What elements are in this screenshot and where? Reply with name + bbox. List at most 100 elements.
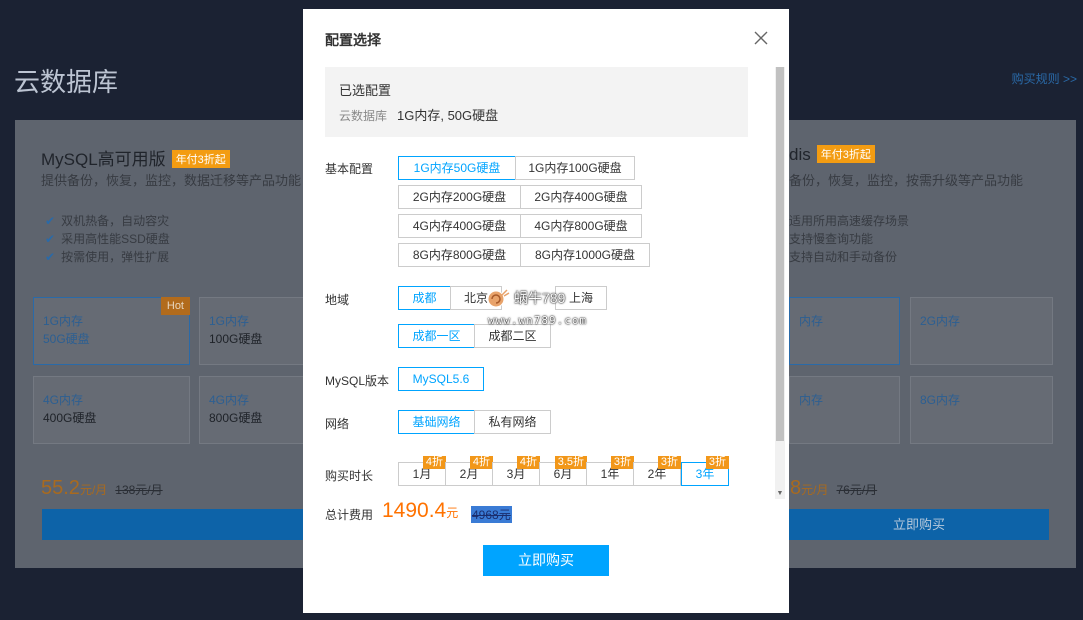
duration-discount: 4折 xyxy=(422,456,446,469)
zone-option[interactable]: 成都二区 xyxy=(474,324,551,348)
modal-title: 配置选择 xyxy=(325,32,381,48)
price-unit: 元/月 xyxy=(79,483,108,497)
close-icon[interactable] xyxy=(752,29,770,47)
spec-card[interactable]: 8G内存 xyxy=(910,376,1053,444)
region-option[interactable]: 北京 xyxy=(450,286,502,310)
duration-text: 3年 xyxy=(695,467,715,481)
total-old-price: 4968元 xyxy=(471,506,512,523)
feature-item: ✔ 双机热备，自动容灾 xyxy=(45,212,170,230)
spec-card[interactable]: 4G内存 800G硬盘 xyxy=(199,376,309,444)
spec-mem: 2G内存 xyxy=(920,314,961,328)
check-icon: ✔ xyxy=(45,250,56,264)
product-name-text: MySQL高可用版 xyxy=(41,150,166,169)
feature-list: 适用所用高速缓存场景 支持慢查询功能 支持自动和手动备份 xyxy=(789,212,909,266)
purchase-rules-link[interactable]: 购买规则 >> xyxy=(1012,70,1077,87)
duration-text: 6月 xyxy=(553,467,573,481)
check-icon: ✔ xyxy=(45,232,56,246)
basic-option[interactable]: 1G内存100G硬盘 xyxy=(515,156,635,180)
selected-label: 云数据库 xyxy=(339,109,388,123)
duration-option[interactable]: 1年 3折 xyxy=(586,456,634,486)
check-icon: ✔ xyxy=(45,214,56,228)
buy-now-button[interactable]: 立即购买 xyxy=(483,545,609,576)
duration-label: 购买时长 xyxy=(325,469,374,483)
basic-option[interactable]: 1G内存50G硬盘 xyxy=(398,156,516,180)
basic-option[interactable]: 4G内存800G硬盘 xyxy=(520,214,642,238)
buy-label: 立即购买 xyxy=(892,517,945,532)
selected-row: 云数据库 1G内存, 50G硬盘 xyxy=(339,105,734,124)
duration-discount: 4折 xyxy=(516,456,540,469)
config-modal: 配置选择 已选配置 云数据库 1G内存, 50G硬盘 基本配置 1G内存50G硬盘… xyxy=(303,9,789,613)
duration-option[interactable]: 2年 3折 xyxy=(633,456,681,486)
spec-card[interactable]: 内存 xyxy=(789,297,900,365)
duration-text: 3月 xyxy=(506,467,526,481)
basic-option[interactable]: 8G内存1000G硬盘 xyxy=(520,243,650,267)
spec-mem: 4G内存 xyxy=(43,393,84,407)
price-value: 55.2 xyxy=(41,477,80,499)
spec-card[interactable]: 1G内存 100G硬盘 xyxy=(199,297,309,365)
region-option[interactable]: 成都 xyxy=(398,286,451,310)
price-unit: 元/月 xyxy=(801,483,829,497)
feature-text: 双机热备，自动容灾 xyxy=(61,214,170,228)
basic-config-label: 基本配置 xyxy=(325,162,374,176)
total-price-unit: 元 xyxy=(446,506,459,520)
spec-mem: 内存 xyxy=(799,314,824,328)
selected-title: 已选配置 xyxy=(339,83,392,98)
basic-option[interactable]: 2G内存200G硬盘 xyxy=(398,185,521,209)
modal-scrollbar[interactable]: ▼ xyxy=(775,67,785,499)
total-price-value: 1490.4 xyxy=(382,499,447,522)
product-name-mysql: MySQL高可用版 年付3折起 xyxy=(41,145,230,170)
product-desc: 备份，恢复，监控，按需升级等产品功能 xyxy=(789,173,1024,188)
feature-item: 支持自动和手动备份 xyxy=(789,250,898,264)
price-old: 76元/月 xyxy=(836,483,878,497)
spec-card[interactable]: 4G内存 400G硬盘 xyxy=(33,376,190,444)
zone-option[interactable]: 成都一区 xyxy=(398,324,475,348)
region-label: 地域 xyxy=(325,293,350,307)
product-price: 8元/月 76元/月 xyxy=(790,477,877,500)
version-label: MySQL版本 xyxy=(325,374,390,388)
duration-option[interactable]: 2月 4折 xyxy=(445,456,493,486)
spec-disk: 800G硬盘 xyxy=(209,411,263,425)
page-title: 云数据库 xyxy=(14,67,119,97)
total-price: 1490.4元 xyxy=(382,499,458,523)
buy-bar-right[interactable]: 立即购买 xyxy=(789,509,1049,540)
spec-card[interactable]: 1G内存 50G硬盘 Hot xyxy=(33,297,190,365)
duration-discount: 3.5折 xyxy=(554,456,587,469)
product-desc: 提供备份，恢复，监控，数据迁移等产品功能 xyxy=(41,173,302,188)
hot-badge: Hot xyxy=(160,297,190,315)
spec-disk: 100G硬盘 xyxy=(209,332,263,346)
buy-bar-left[interactable] xyxy=(42,509,303,540)
feature-text: 按需使用，弹性扩展 xyxy=(61,250,170,264)
duration-option[interactable]: 1月 4折 xyxy=(398,456,446,486)
basic-option[interactable]: 8G内存800G硬盘 xyxy=(398,243,521,267)
feature-item: 适用所用高速缓存场景 xyxy=(789,214,910,228)
duration-option[interactable]: 3年 3折 xyxy=(681,456,729,486)
duration-option[interactable]: 3月 4折 xyxy=(492,456,540,486)
duration-discount: 3折 xyxy=(610,456,634,469)
product-price: 55.2元/月 138元/月 xyxy=(41,477,163,500)
region-option[interactable]: 上海 xyxy=(555,286,607,310)
scroll-thumb[interactable] xyxy=(776,67,784,441)
duration-text: 2年 xyxy=(647,467,667,481)
duration-discount: 4折 xyxy=(469,456,493,469)
price-value: 8 xyxy=(790,477,802,499)
spec-card[interactable]: 2G内存 xyxy=(910,297,1053,365)
version-option[interactable]: MySQL5.6 xyxy=(398,367,484,391)
discount-badge: 年付3折起 xyxy=(816,145,875,163)
feature-text: 采用高性能SSD硬盘 xyxy=(61,232,170,246)
spec-disk: 400G硬盘 xyxy=(43,411,97,425)
duration-discount: 3折 xyxy=(657,456,681,469)
feature-list: ✔ 双机热备，自动容灾 ✔ 采用高性能SSD硬盘 ✔ 按需使用，弹性扩展 xyxy=(45,212,170,266)
network-option[interactable]: 基础网络 xyxy=(398,410,475,434)
network-option[interactable]: 私有网络 xyxy=(474,410,551,434)
duration-text: 1年 xyxy=(600,467,620,481)
duration-text: 2月 xyxy=(459,467,479,481)
spec-mem: 8G内存 xyxy=(920,393,961,407)
feature-item: ✔ 按需使用，弹性扩展 xyxy=(45,248,170,266)
basic-option[interactable]: 2G内存400G硬盘 xyxy=(520,185,642,209)
spec-card[interactable]: 内存 xyxy=(789,376,900,444)
scroll-down-icon[interactable]: ▼ xyxy=(776,489,784,499)
duration-option[interactable]: 6月 3.5折 xyxy=(539,456,587,486)
duration-text: 1月 xyxy=(412,467,432,481)
spec-mem: 1G内存 xyxy=(43,314,84,328)
basic-option[interactable]: 4G内存400G硬盘 xyxy=(398,214,521,238)
